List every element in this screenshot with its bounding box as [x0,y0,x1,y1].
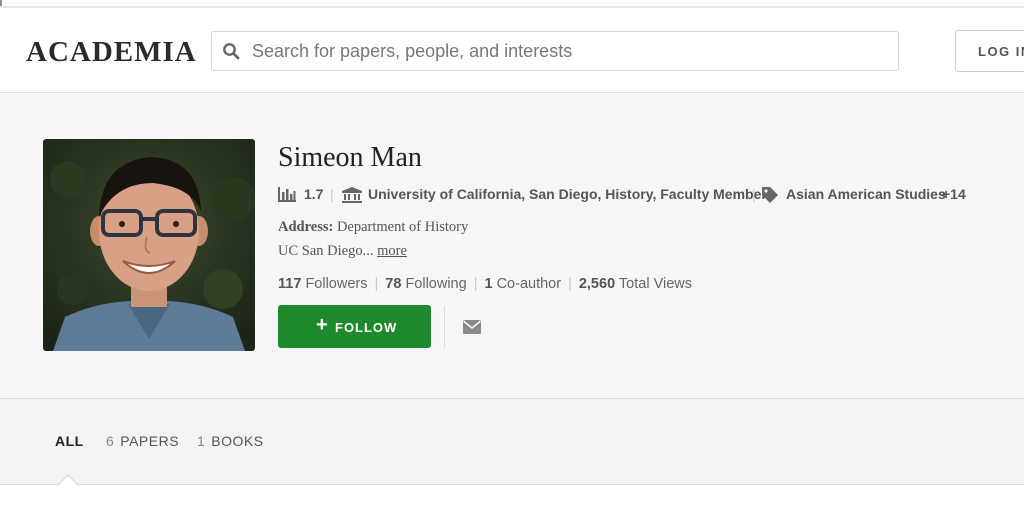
following-link[interactable]: 78 Following [385,276,466,292]
address-label: Address: [278,219,334,235]
tab-all[interactable]: ALL [55,433,84,449]
profile-name: Simeon Man [278,142,422,173]
meta-separator: | [752,186,756,202]
bar-chart-icon [278,187,296,202]
affiliation-link[interactable]: University of California, San Diego, His… [368,186,767,202]
site-header: ACADEMIA LOG IN [0,8,1024,93]
total-views: 2,560 Total Views [578,276,692,292]
address-line2-text: UC San Diego... [278,243,374,259]
mail-icon[interactable] [463,320,481,334]
meta-separator: | [330,186,334,202]
plus-icon: + [316,314,329,336]
search-box[interactable] [211,31,899,71]
follow-button[interactable]: + FOLLOW [278,305,431,348]
profile-stats: 117 Followers | 78 Following | 1 Co-author | 2… [278,276,692,292]
search-input[interactable] [252,32,882,70]
tag-icon [762,187,778,203]
followers-link[interactable]: 117 Followers [278,276,367,292]
coauthors-link[interactable]: 1 Co-author [484,276,561,292]
login-button[interactable]: LOG IN [955,30,1024,72]
tab-papers[interactable]: 6 PAPERS [106,433,179,449]
profile-tabs: ALL 6 PAPERS 1 BOOKS [0,399,1024,485]
search-icon [223,43,240,60]
active-tab-caret-fill [58,476,78,486]
profile-section: Simeon Man 1.7 | University of Californi… [0,93,1024,399]
more-interests-link[interactable]: +14 [942,186,966,202]
institution-icon [342,187,362,203]
impact-score[interactable]: 1.7 [304,186,323,202]
page: ACADEMIA LOG IN [0,0,1024,508]
academia-logo[interactable]: ACADEMIA [26,36,197,69]
follow-label: FOLLOW [335,320,398,335]
tab-books[interactable]: 1 BOOKS [197,433,264,449]
research-interest-link[interactable]: Asian American Studies [786,186,946,202]
content-area [0,485,1024,508]
address: Address: Department of History [278,219,468,236]
address-line2: UC San Diego... more [278,243,407,260]
more-link[interactable]: more [377,243,407,259]
button-divider [444,306,445,348]
address-value: Department of History [336,219,469,235]
profile-photo [43,139,255,351]
